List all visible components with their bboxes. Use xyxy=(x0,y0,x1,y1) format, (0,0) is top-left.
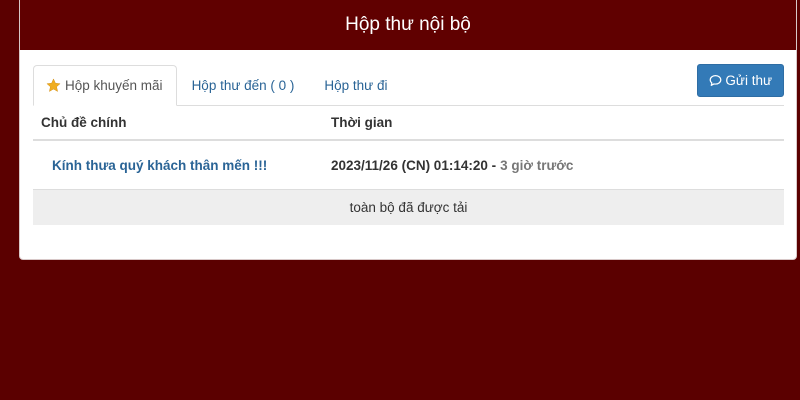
column-header-time: Thời gian xyxy=(331,114,393,130)
message-time: 2023/11/26 (CN) 01:14:20 - 3 giờ trước xyxy=(331,141,573,189)
mailbox-panel: Hộp thư nội bộ Hộp khuyến mãi Hộp thư đế… xyxy=(19,0,797,260)
table-footer-status: toàn bộ đã được tải xyxy=(33,190,784,225)
panel-title: Hộp thư nội bộ xyxy=(20,0,796,50)
column-header-subject: Chủ đề chính xyxy=(41,114,127,130)
tab-label: Hộp thư đến ( 0 ) xyxy=(191,77,295,93)
tab-label: Hộp thư đi xyxy=(324,77,388,93)
tab-promotions[interactable]: Hộp khuyến mãi xyxy=(33,65,177,106)
star-icon xyxy=(46,78,61,92)
tab-inbox[interactable]: Hộp thư đến ( 0 ) xyxy=(177,65,310,105)
tab-bar: Hộp khuyến mãi Hộp thư đến ( 0 ) Hộp thư… xyxy=(33,64,784,106)
message-timestamp: 2023/11/26 (CN) 01:14:20 - xyxy=(331,157,497,173)
tab-sent[interactable]: Hộp thư đi xyxy=(309,65,402,105)
message-subject-link[interactable]: Kính thưa quý khách thân mến !!! xyxy=(52,141,267,189)
send-button-label: Gửi thư xyxy=(725,73,772,88)
send-mail-button[interactable]: Gửi thư xyxy=(697,64,784,97)
tab-label: Hộp khuyến mãi xyxy=(65,78,163,93)
message-relative-time: 3 giờ trước xyxy=(500,157,574,173)
message-table: Chủ đề chính Thời gian Kính thưa quý khá… xyxy=(33,105,784,225)
chat-bubble-icon xyxy=(710,75,722,86)
table-header: Chủ đề chính Thời gian xyxy=(33,105,784,141)
table-row: Kính thưa quý khách thân mến !!! 2023/11… xyxy=(33,141,784,190)
